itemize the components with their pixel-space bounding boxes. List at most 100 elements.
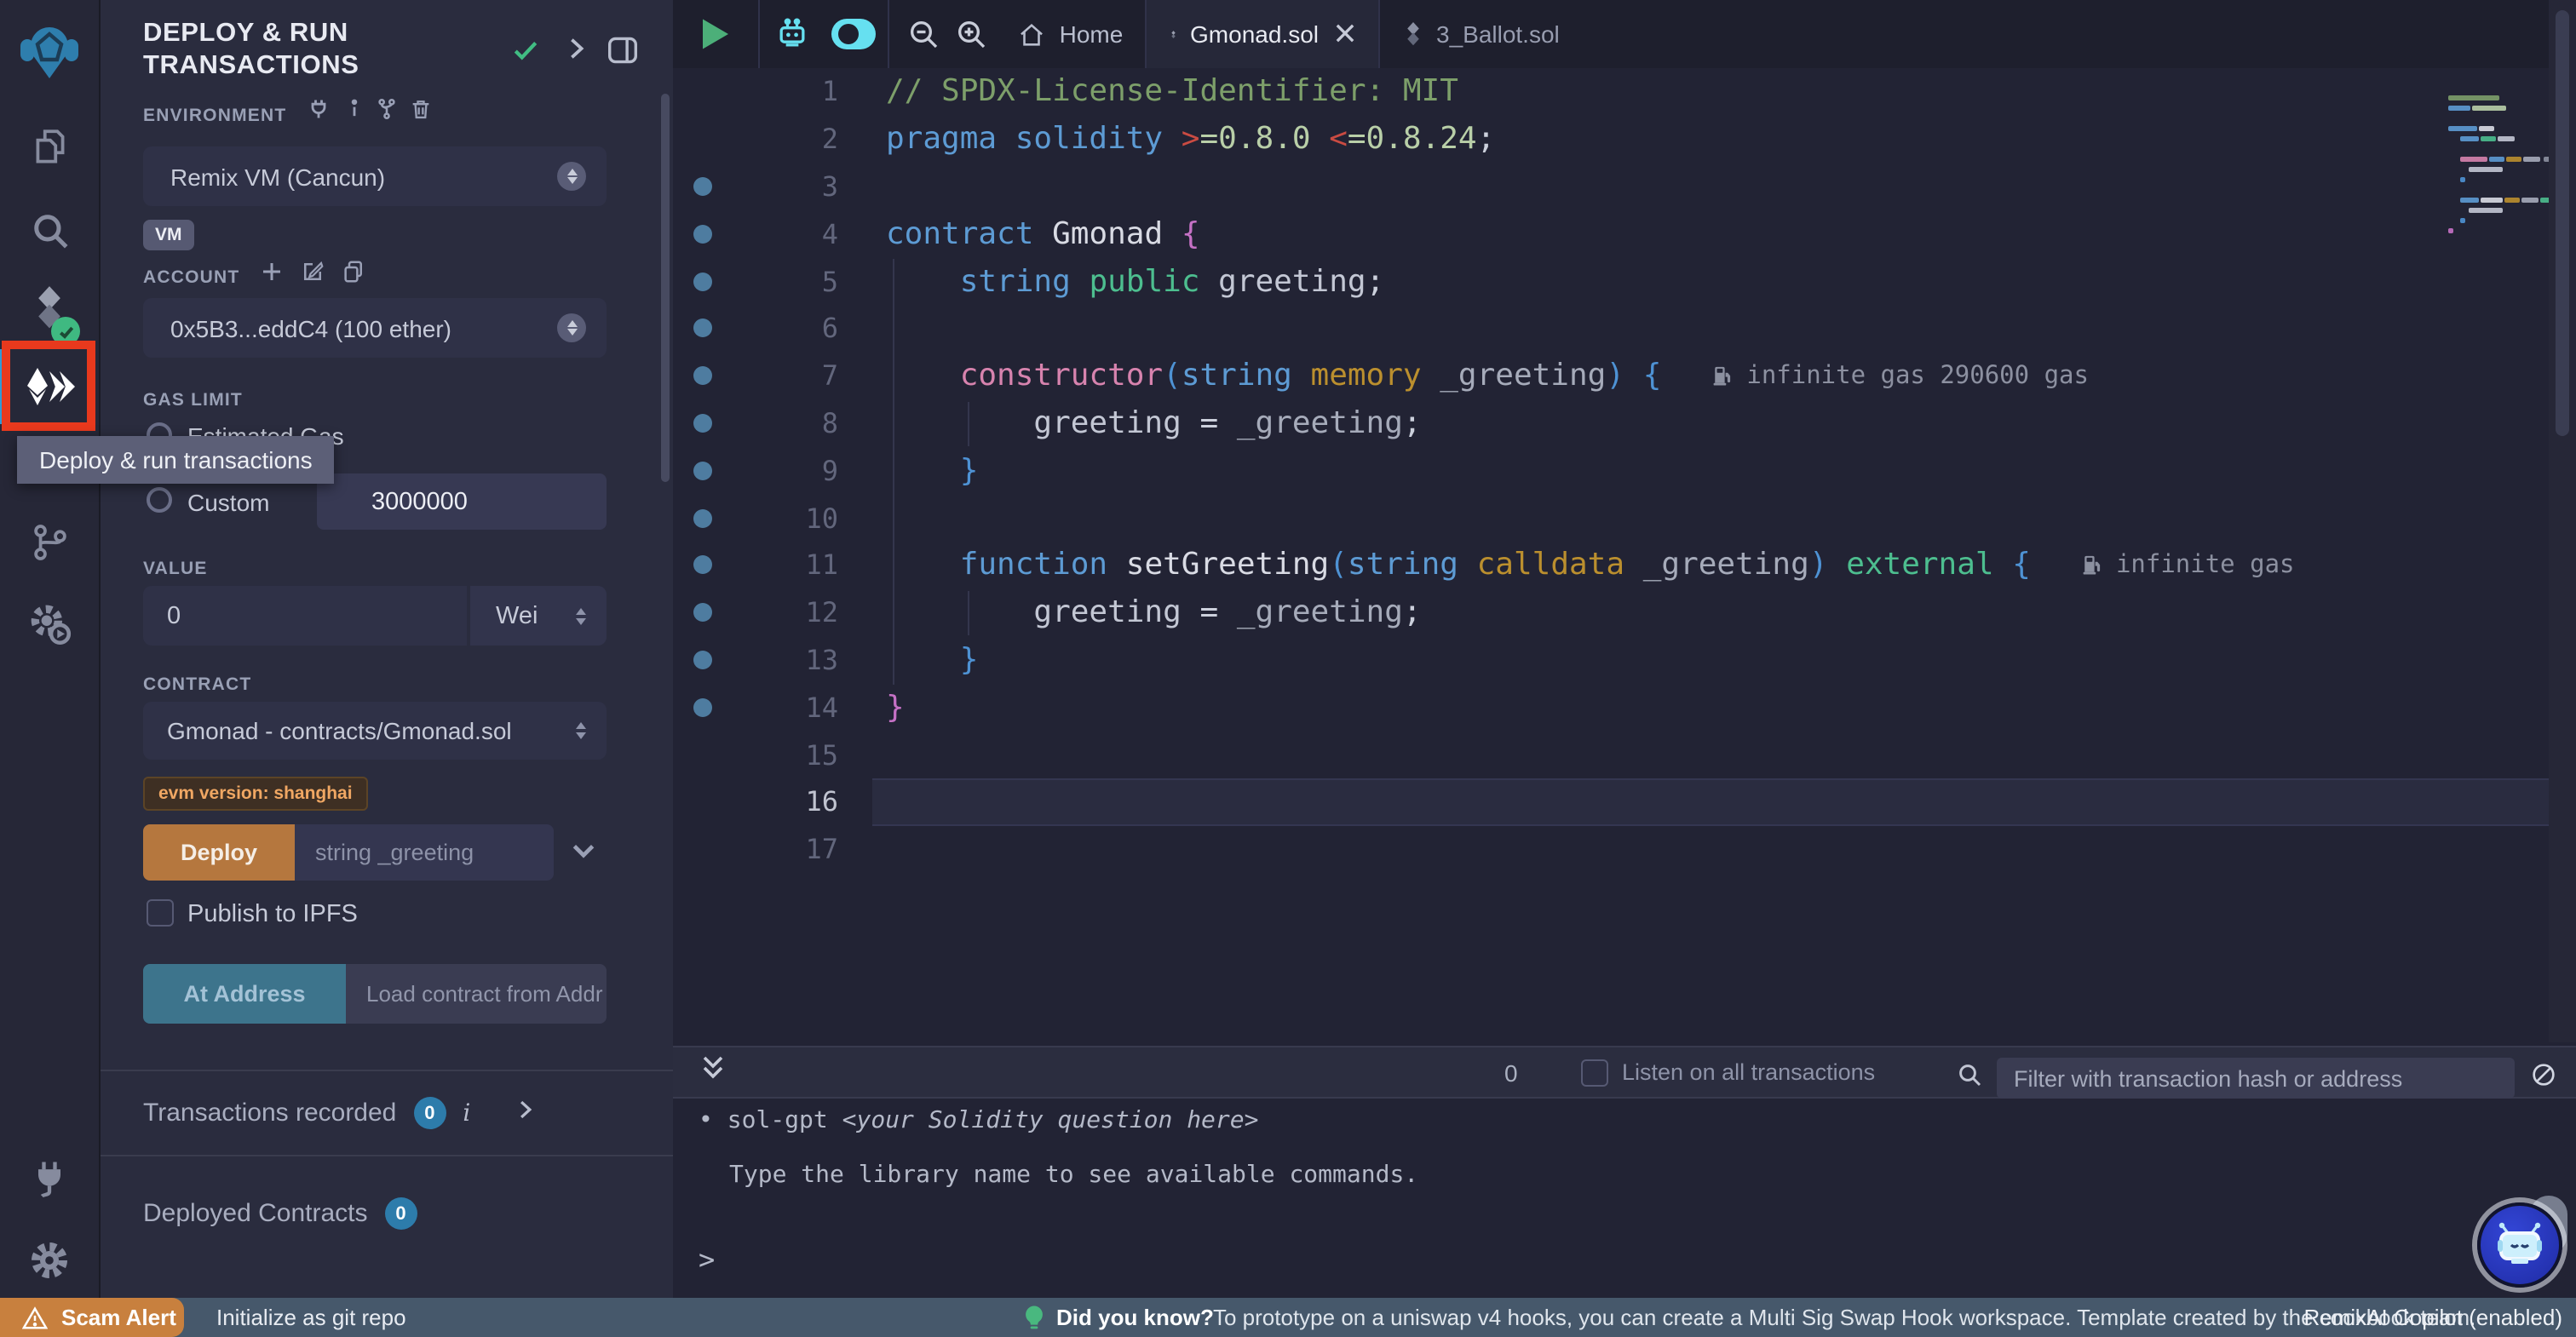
tab-gmonad-sol[interactable]: Gmonad.sol — [1145, 0, 1380, 68]
publish-ipfs-label: Publish to IPFS — [187, 901, 358, 928]
minimap-line — [2469, 208, 2503, 212]
env-plug-icon[interactable] — [307, 97, 331, 129]
git-icon[interactable] — [0, 508, 99, 576]
plugin-manager-icon[interactable] — [0, 1145, 99, 1213]
listen-all-checkbox[interactable] — [1581, 1059, 1608, 1087]
search-icon[interactable] — [0, 196, 99, 264]
scrollbar-thumb[interactable] — [2556, 10, 2569, 436]
env-fork-icon[interactable] — [375, 97, 399, 129]
code-text[interactable]: constructor(string memory _greeting) {in… — [886, 358, 2089, 393]
publish-ipfs-checkbox[interactable] — [147, 899, 174, 927]
terminal-search-icon[interactable] — [1956, 1061, 1983, 1097]
code-text[interactable]: // SPDX-License-Identifier: MIT — [886, 74, 1458, 110]
breakpoint-dot[interactable] — [673, 272, 731, 290]
scam-alert-button[interactable]: Scam Alert — [0, 1298, 184, 1337]
breakpoint-dot[interactable] — [673, 414, 731, 433]
deploy-button[interactable]: Deploy — [143, 824, 295, 881]
transaction-filter-input[interactable] — [1997, 1058, 2515, 1099]
deploy-param-input[interactable] — [295, 824, 554, 881]
terminal-help-arg: <your Solidity question here> — [842, 1107, 1259, 1134]
code-line: 5 string public greeting; — [673, 257, 2576, 305]
panel-expand-icon[interactable] — [564, 36, 589, 70]
account-add-icon[interactable] — [259, 259, 285, 293]
solidity-compiler-icon[interactable] — [0, 276, 99, 344]
code-text[interactable]: contract Gmonad { — [886, 216, 1200, 252]
account-select[interactable]: 0x5B3...eddC4 (100 ether) — [143, 298, 607, 358]
line-number: 13 — [731, 644, 838, 676]
at-address-input[interactable] — [346, 964, 607, 1024]
breakpoint-dot[interactable] — [673, 651, 731, 669]
custom-gas-label: Custom — [187, 489, 269, 516]
environment-select[interactable]: Remix VM (Cancun) — [143, 146, 607, 206]
minimap-line — [2479, 126, 2494, 130]
code-text[interactable]: function setGreeting(string calldata _gr… — [886, 548, 2295, 583]
close-tab-icon[interactable] — [1336, 20, 1354, 48]
run-script-button[interactable] — [673, 0, 758, 68]
transactions-expand-icon[interactable] — [515, 1098, 537, 1128]
zoom-in-icon[interactable] — [946, 0, 997, 68]
panel-scrollbar[interactable] — [661, 94, 670, 482]
minimap[interactable] — [2448, 68, 2564, 1042]
env-info-icon[interactable] — [342, 97, 366, 129]
terminal-collapse-icon[interactable] — [700, 1054, 726, 1090]
breakpoint-dot[interactable] — [673, 556, 731, 575]
remix-logo-icon[interactable] — [0, 14, 99, 89]
line-number: 16 — [731, 786, 838, 818]
breakpoint-dot[interactable] — [673, 508, 731, 527]
clear-console-icon[interactable] — [2530, 1061, 2557, 1097]
code-area[interactable]: 1// SPDX-License-Identifier: MIT2pragma … — [673, 68, 2576, 873]
minimap-line — [2460, 198, 2479, 202]
minimap-line — [2448, 228, 2453, 232]
copilot-toggle-icon[interactable] — [823, 0, 884, 68]
contract-select[interactable]: Gmonad - contracts/Gmonad.sol — [143, 702, 607, 760]
deploy-run-icon[interactable] — [2, 341, 95, 431]
custom-gas-input[interactable] — [317, 473, 607, 530]
remix-ide-window: DEPLOY & RUN TRANSACTIONS ENVIRONMENT Re… — [0, 0, 2576, 1337]
breakpoint-dot[interactable] — [673, 177, 731, 196]
minimap-line — [2469, 167, 2503, 171]
code-line: 16 — [673, 778, 2576, 826]
code-line: 10 — [673, 494, 2576, 542]
ai-assistant-icon[interactable] — [765, 0, 819, 68]
remix-ai-assistant-button[interactable] — [2477, 1202, 2562, 1288]
code-line: 11 function setGreeting(string calldata … — [673, 542, 2576, 589]
transactions-info-icon[interactable]: i — [463, 1099, 470, 1127]
value-input[interactable] — [143, 586, 467, 646]
script-runner-icon[interactable] — [0, 591, 99, 659]
breakpoint-dot[interactable] — [673, 319, 731, 338]
copilot-status[interactable]: RemixAI Copilot (enabled) — [2304, 1305, 2562, 1330]
terminal-prompt[interactable]: > — [699, 1243, 715, 1276]
breakpoint-dot[interactable] — [673, 462, 731, 480]
panel-layout-icon[interactable] — [607, 36, 639, 73]
settings-gear-icon[interactable] — [0, 1226, 99, 1294]
zoom-out-icon[interactable] — [898, 0, 949, 68]
deployed-contracts-row[interactable]: Deployed Contracts 0 — [143, 1197, 417, 1230]
gas-limit-label: GAS LIMIT — [143, 390, 243, 410]
account-sign-icon[interactable] — [300, 259, 325, 293]
deploy-expand-icon[interactable] — [569, 836, 598, 874]
breakpoint-dot[interactable] — [673, 225, 731, 244]
code-text[interactable]: pragma solidity >=0.8.0 <=0.8.24; — [886, 121, 1495, 157]
git-init-button[interactable]: Initialize as git repo — [216, 1305, 406, 1330]
code-text[interactable]: string public greeting; — [886, 263, 1384, 299]
minimap-line — [2448, 106, 2470, 110]
account-copy-icon[interactable] — [341, 259, 366, 293]
env-delete-icon[interactable] — [409, 97, 433, 129]
breakpoint-dot[interactable] — [673, 698, 731, 717]
breakpoint-dot[interactable] — [673, 603, 731, 622]
editor-scrollbar[interactable] — [2549, 0, 2576, 1042]
tab-3-ballot-sol[interactable]: 3_Ballot.sol — [1380, 0, 1584, 68]
custom-gas-radio[interactable] — [147, 487, 172, 513]
transactions-recorded-row[interactable]: Transactions recorded 0 i — [143, 1097, 537, 1129]
code-text[interactable]: greeting = _greeting; — [886, 594, 1422, 630]
code-text[interactable]: } — [886, 690, 905, 726]
code-text[interactable]: greeting = _greeting; — [886, 405, 1422, 441]
account-value: 0x5B3...eddC4 (100 ether) — [170, 314, 557, 341]
at-address-button[interactable]: At Address — [143, 964, 346, 1024]
tab-home[interactable]: Home — [997, 0, 1143, 68]
file-explorer-icon[interactable] — [0, 112, 99, 181]
code-text[interactable]: } — [886, 642, 978, 678]
code-text[interactable]: } — [886, 453, 978, 489]
value-unit-select[interactable]: Wei — [470, 586, 607, 646]
breakpoint-dot[interactable] — [673, 366, 731, 385]
